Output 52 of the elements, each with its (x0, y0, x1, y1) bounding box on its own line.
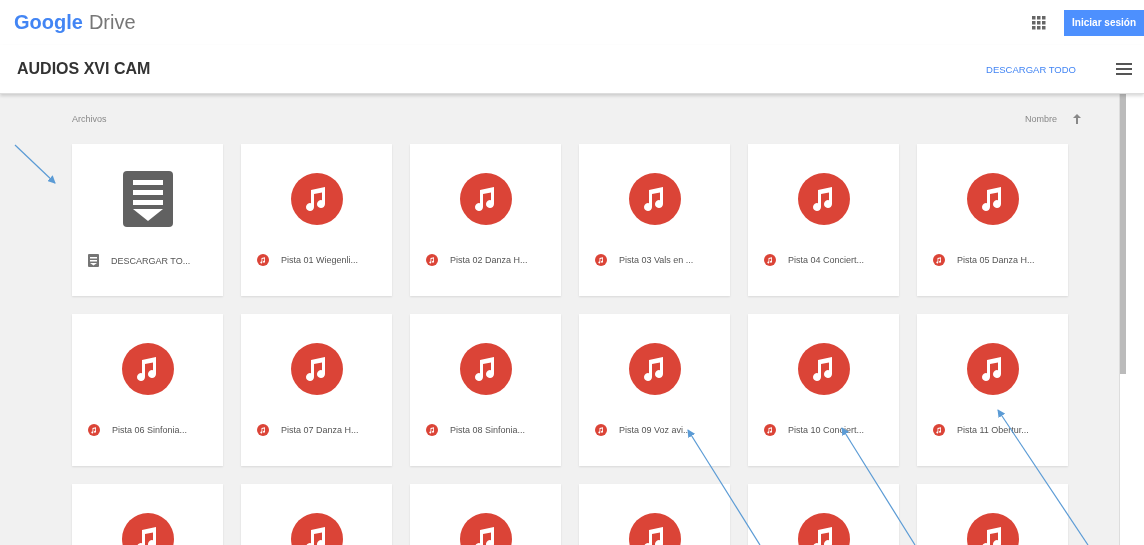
file-card[interactable]: DESCARGAR TO... (72, 144, 223, 296)
file-card[interactable]: Pista 05 Danza H... (917, 144, 1068, 296)
sort-up-arrow-icon[interactable] (1073, 114, 1081, 124)
file-card[interactable]: Pista 06 Sinfonia... (72, 314, 223, 466)
audio-file-icon (426, 254, 438, 266)
music-note-icon (628, 343, 681, 395)
folder-title: AUDIOS XVI CAM (17, 60, 152, 78)
file-name: Pista 04 Conciert... (788, 255, 865, 265)
list-view-icon[interactable] (1116, 63, 1132, 75)
google-drive-logo[interactable]: Google Drive (14, 11, 136, 34)
file-card[interactable]: Pista 04 Conciert... (748, 144, 899, 296)
file-name: Pista 05 Danza H... (957, 255, 1035, 265)
section-label: Archivos (72, 114, 107, 124)
audio-file-icon (426, 424, 438, 436)
file-card[interactable]: Pista 01 Wiegenli... (241, 144, 392, 296)
audio-file-icon (764, 424, 776, 436)
file-name: Pista 06 Sinfonia... (112, 425, 188, 435)
archive-file-icon (88, 254, 99, 267)
file-card[interactable]: Pista 09 Voz avi... (579, 314, 730, 466)
music-note-icon (459, 173, 512, 225)
music-note-icon (966, 173, 1019, 225)
audio-file-icon (88, 424, 100, 436)
audio-file-icon (257, 254, 269, 266)
music-note-icon (290, 343, 343, 395)
apps-grid-icon[interactable] (1032, 15, 1047, 30)
audio-file-icon (257, 424, 269, 436)
file-name: Pista 07 Danza H... (281, 425, 359, 435)
file-name: Pista 01 Wiegenli... (281, 255, 359, 265)
audio-file-icon (764, 254, 776, 266)
file-card[interactable]: Pista 07 Danza H... (241, 314, 392, 466)
music-note-icon (628, 173, 681, 225)
audio-file-icon (595, 424, 607, 436)
music-note-icon (290, 173, 343, 225)
file-card[interactable]: Pista 03 Vals en ... (579, 144, 730, 296)
file-name: DESCARGAR TO... (111, 255, 191, 266)
audio-file-icon (933, 254, 945, 266)
download-all-button[interactable]: DESCARGAR TODO (986, 63, 1076, 75)
archive-download-icon (122, 171, 173, 227)
music-note-icon (459, 343, 512, 395)
music-note-icon (797, 173, 850, 225)
file-card[interactable]: Pista 08 Sinfonia... (410, 314, 561, 466)
annotation-arrow (14, 144, 56, 184)
file-card[interactable]: Pista 02 Danza H... (410, 144, 561, 296)
music-note-icon (797, 343, 850, 395)
audio-file-icon (595, 254, 607, 266)
file-name: Pista 03 Vals en ... (619, 255, 694, 265)
file-name: Pista 09 Voz avi... (619, 425, 691, 435)
file-name: Pista 08 Sinfonia... (450, 425, 526, 435)
audio-file-icon (933, 424, 945, 436)
music-note-icon (966, 343, 1019, 395)
music-note-icon (121, 343, 174, 395)
file-name: Pista 02 Danza H... (450, 255, 528, 265)
